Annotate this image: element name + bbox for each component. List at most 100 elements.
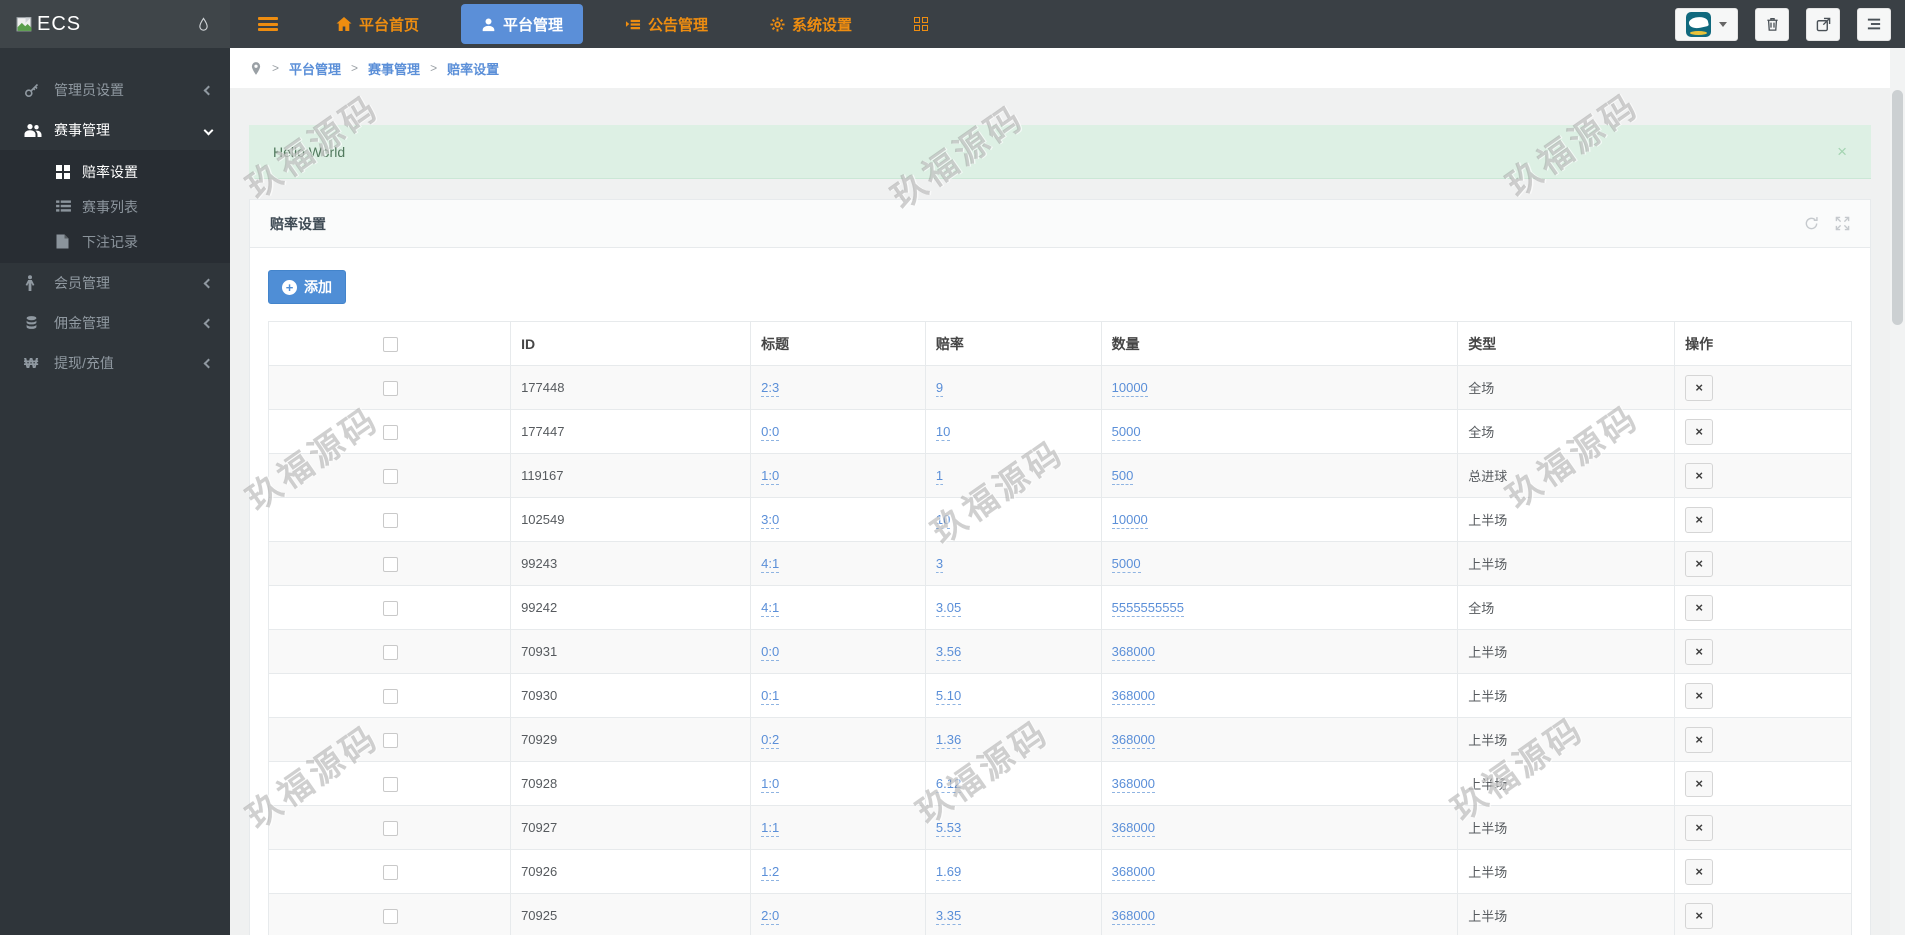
amount-editable-link[interactable]: 368000 xyxy=(1111,908,1156,925)
nav-item-platform-home[interactable]: 平台首页 xyxy=(316,4,439,44)
sidebar-item-withdraw-deposit[interactable]: ₩ 提现/充值 xyxy=(0,343,230,383)
title-editable-link[interactable]: 2:0 xyxy=(761,908,780,925)
title-editable-link[interactable]: 1:2 xyxy=(761,864,780,881)
odds-editable-link[interactable]: 1 xyxy=(935,468,944,485)
sidebar-item-odds-settings[interactable]: 赔率设置 xyxy=(0,154,230,189)
odds-editable-link[interactable]: 3 xyxy=(935,556,944,573)
row-checkbox[interactable] xyxy=(383,644,399,660)
row-checkbox[interactable] xyxy=(383,688,399,704)
select-all-checkbox[interactable] xyxy=(383,336,399,352)
breadcrumb-current[interactable]: 赔率设置 xyxy=(447,59,499,78)
amount-editable-link[interactable]: 368000 xyxy=(1111,864,1156,881)
odds-editable-link[interactable]: 1.69 xyxy=(935,864,962,881)
row-checkbox[interactable] xyxy=(383,776,399,792)
title-editable-link[interactable]: 2:3 xyxy=(761,380,780,397)
amount-editable-link[interactable]: 5555555555 xyxy=(1111,600,1184,617)
scrollbar-thumb[interactable] xyxy=(1892,90,1903,325)
amount-editable-link[interactable]: 10000 xyxy=(1111,380,1148,397)
amount-editable-link[interactable]: 368000 xyxy=(1111,732,1156,749)
title-editable-link[interactable]: 1:1 xyxy=(761,820,780,837)
sidebar-item-member-manage[interactable]: 会员管理 xyxy=(0,263,230,303)
droplet-icon[interactable] xyxy=(197,16,210,33)
browser-selector-button[interactable] xyxy=(1675,7,1738,41)
odds-editable-link[interactable]: 9 xyxy=(935,380,944,397)
delete-button[interactable]: × xyxy=(1685,638,1714,665)
delete-button[interactable]: × xyxy=(1685,550,1714,577)
delete-button[interactable]: × xyxy=(1685,902,1714,929)
amount-editable-link[interactable]: 368000 xyxy=(1111,820,1156,837)
title-editable-link[interactable]: 0:2 xyxy=(761,732,780,749)
row-checkbox[interactable] xyxy=(383,468,399,484)
add-button[interactable]: + 添加 xyxy=(268,270,346,304)
delete-button[interactable]: × xyxy=(1685,682,1714,709)
amount-editable-link[interactable]: 500 xyxy=(1111,468,1134,485)
nav-item-apps-grid[interactable] xyxy=(894,4,948,44)
nav-item-system-settings[interactable]: 系统设置 xyxy=(750,4,872,44)
odds-editable-link[interactable]: 10 xyxy=(935,424,951,441)
title-editable-link[interactable]: 1:0 xyxy=(761,468,780,485)
odds-editable-link[interactable]: 5.53 xyxy=(935,820,962,837)
header-action: 操作 xyxy=(1674,321,1852,366)
title-editable-link[interactable]: 0:0 xyxy=(761,644,780,661)
delete-button[interactable]: × xyxy=(1685,418,1714,445)
amount-editable-link[interactable]: 368000 xyxy=(1111,776,1156,793)
nav-item-announcements[interactable]: 公告管理 xyxy=(605,4,728,44)
breadcrumb-link-match[interactable]: 赛事管理 xyxy=(368,59,420,78)
cell-action: × xyxy=(1674,629,1852,674)
cell-amount: 368000 xyxy=(1100,717,1459,762)
sidebar-item-admin-settings[interactable]: 管理员设置 xyxy=(0,70,230,110)
row-checkbox[interactable] xyxy=(383,424,399,440)
delete-button[interactable]: × xyxy=(1685,506,1714,533)
delete-button[interactable]: × xyxy=(1685,462,1714,489)
sidebar-item-commission-manage[interactable]: 佣金管理 xyxy=(0,303,230,343)
odds-editable-link[interactable]: 5.10 xyxy=(935,688,962,705)
amount-editable-link[interactable]: 5000 xyxy=(1111,556,1141,573)
amount-editable-link[interactable]: 368000 xyxy=(1111,644,1156,661)
th-grid-icon xyxy=(56,164,82,179)
odds-editable-link[interactable]: 3.56 xyxy=(935,644,962,661)
sidebar-item-match-manage[interactable]: 赛事管理 xyxy=(0,110,230,150)
title-editable-link[interactable]: 3:0 xyxy=(761,512,780,529)
delete-button[interactable]: × xyxy=(1685,726,1714,753)
trash-button[interactable] xyxy=(1755,7,1789,41)
breadcrumb-link-platform[interactable]: 平台管理 xyxy=(289,59,341,78)
alert-close-icon[interactable]: × xyxy=(1837,142,1847,162)
nav-item-platform-manage[interactable]: 平台管理 xyxy=(461,4,584,44)
odds-editable-link[interactable]: 3.35 xyxy=(935,908,962,925)
amount-editable-link[interactable]: 368000 xyxy=(1111,688,1156,705)
title-editable-link[interactable]: 1:0 xyxy=(761,776,780,793)
row-checkbox[interactable] xyxy=(383,820,399,836)
delete-button[interactable]: × xyxy=(1685,858,1714,885)
external-link-button[interactable] xyxy=(1806,7,1840,41)
page-scrollbar[interactable] xyxy=(1890,48,1905,935)
expand-icon[interactable] xyxy=(1835,216,1850,231)
title-editable-link[interactable]: 0:1 xyxy=(761,688,780,705)
title-editable-link[interactable]: 4:1 xyxy=(761,600,780,617)
row-checkbox[interactable] xyxy=(383,556,399,572)
logo-area[interactable]: ECS xyxy=(0,0,230,48)
row-checkbox[interactable] xyxy=(383,600,399,616)
amount-editable-link[interactable]: 10000 xyxy=(1111,512,1148,529)
row-checkbox[interactable] xyxy=(383,512,399,528)
title-editable-link[interactable]: 4:1 xyxy=(761,556,780,573)
odds-editable-link[interactable]: 3.05 xyxy=(935,600,962,617)
hamburger-menu-icon[interactable] xyxy=(258,17,278,31)
delete-button[interactable]: × xyxy=(1685,814,1714,841)
row-checkbox[interactable] xyxy=(383,908,399,924)
cell-amount: 368000 xyxy=(1100,761,1459,806)
odds-editable-link[interactable]: 1.36 xyxy=(935,732,962,749)
title-editable-link[interactable]: 0:0 xyxy=(761,424,780,441)
refresh-icon[interactable] xyxy=(1804,216,1819,231)
row-checkbox[interactable] xyxy=(383,380,399,396)
delete-button[interactable]: × xyxy=(1685,594,1714,621)
row-checkbox[interactable] xyxy=(383,864,399,880)
sidebar-item-bet-records[interactable]: 下注记录 xyxy=(0,224,230,259)
row-checkbox[interactable] xyxy=(383,732,399,748)
amount-editable-link[interactable]: 5000 xyxy=(1111,424,1141,441)
sidebar-item-match-list[interactable]: 赛事列表 xyxy=(0,189,230,224)
delete-button[interactable]: × xyxy=(1685,374,1714,401)
odds-editable-link[interactable]: 10 xyxy=(935,512,951,529)
menu-lines-button[interactable] xyxy=(1857,7,1891,41)
odds-editable-link[interactable]: 6.12 xyxy=(935,776,962,793)
delete-button[interactable]: × xyxy=(1685,770,1714,797)
